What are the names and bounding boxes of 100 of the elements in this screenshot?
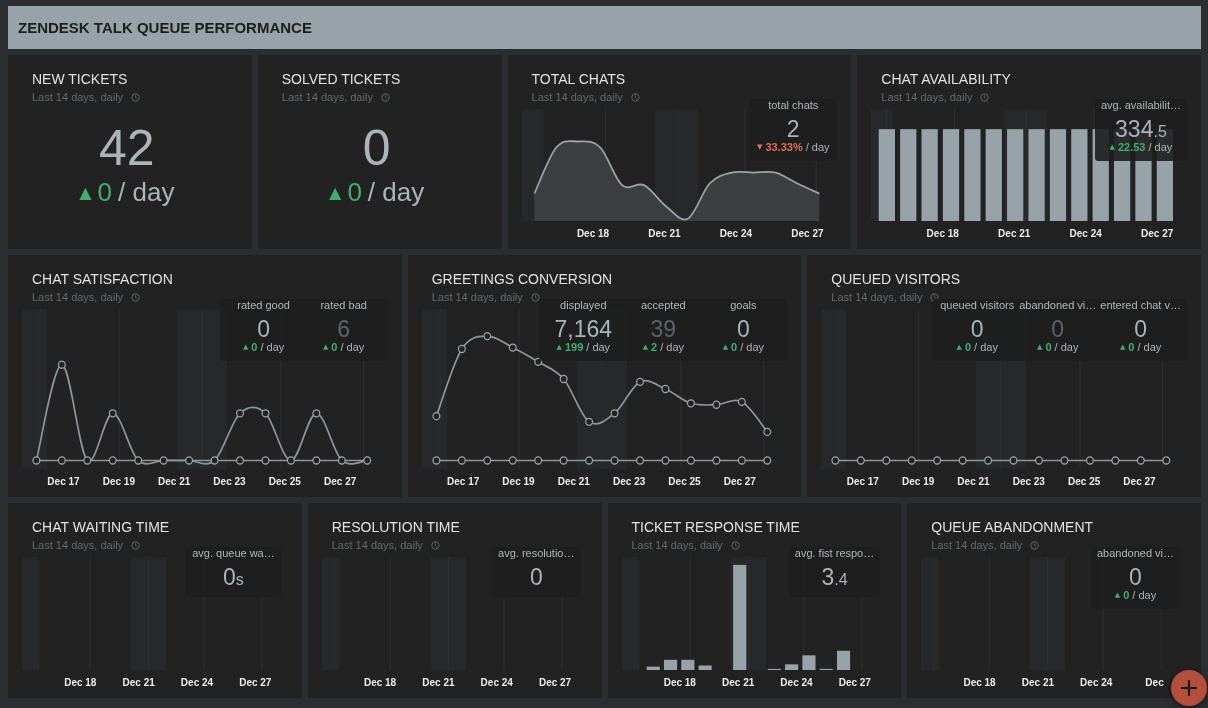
per-day-label: / day <box>974 341 998 354</box>
data-point <box>712 456 721 465</box>
data-point <box>661 384 670 394</box>
per-day-label: / day <box>260 341 285 354</box>
data-point <box>32 456 41 465</box>
axis-label: Dec 27 <box>838 677 871 688</box>
clock-icon <box>131 92 141 102</box>
stat-label: avg. fist respo… <box>794 547 875 559</box>
per-day-label: / day <box>740 341 764 354</box>
widget-title: GREETINGS CONVERSION <box>431 271 614 287</box>
per-day-label: / day <box>1137 341 1162 354</box>
big-number: 0 <box>362 122 391 173</box>
widget-subtitle: Last 14 days, daily <box>32 91 124 103</box>
widget-title: QUEUED VISITORS <box>831 271 962 287</box>
data-point <box>432 456 441 465</box>
data-point <box>1137 456 1146 465</box>
data-point <box>134 456 143 465</box>
data-point <box>312 456 321 465</box>
widget-title: NEW TICKETS <box>32 71 129 87</box>
change-value: 0 <box>251 341 258 354</box>
axis-label: Dec 17 <box>846 476 879 487</box>
data-point <box>559 374 568 384</box>
axis-label: Dec 21 <box>557 476 590 487</box>
data-point <box>857 456 866 465</box>
data-point <box>712 400 721 409</box>
clock-icon <box>930 292 940 302</box>
data-point <box>108 456 117 465</box>
change-value: 0 <box>331 341 338 354</box>
stat-label: goals <box>730 299 757 311</box>
stat-value: 334.5 <box>1115 117 1167 142</box>
widget-subtitle: Last 14 days, daily <box>831 291 923 303</box>
clock-icon <box>380 92 390 102</box>
data-point <box>57 360 66 369</box>
change-value: 33.33% <box>765 141 803 154</box>
axis-label: Dec 21 <box>957 476 990 487</box>
clock-icon <box>630 92 640 102</box>
data-point <box>533 456 542 465</box>
widget-title: RESOLUTION TIME <box>331 519 461 535</box>
per-day-label: / day <box>1132 589 1157 602</box>
axis-label: Dec 27 <box>239 677 272 688</box>
axis-label: Dec 25 <box>1068 476 1101 487</box>
clock-icon <box>530 292 540 302</box>
big-number: 42 <box>99 122 155 173</box>
data-point <box>1035 456 1044 465</box>
data-point <box>762 456 771 465</box>
data-point <box>337 456 346 465</box>
clock-icon <box>131 292 141 302</box>
data-point <box>312 409 321 418</box>
data-point <box>482 331 491 341</box>
widget-subtitle: Last 14 days, daily <box>32 291 124 303</box>
stat-label: avg. availabilit… <box>1100 99 1181 111</box>
data-point <box>882 456 891 465</box>
per-day-label: / day <box>586 341 611 354</box>
data-point <box>236 409 245 418</box>
stat-label: avg. queue wa… <box>192 547 275 559</box>
axis-label: Dec 24 <box>780 677 813 688</box>
data-point <box>1086 456 1095 465</box>
axis-label: Dec 19 <box>102 476 135 487</box>
axis-label: Dec 21 <box>722 677 755 688</box>
data-point <box>363 456 372 465</box>
per-day-label: / day <box>367 176 425 208</box>
stat-value: 2 <box>786 117 800 142</box>
stat-value: 0s <box>223 565 244 590</box>
axis-label: Dec 27 <box>723 476 756 487</box>
bar <box>801 655 815 670</box>
axis-label: Dec 27 <box>791 228 824 239</box>
trend-arrow: ▲ <box>79 182 92 202</box>
data-point <box>737 397 746 406</box>
stat-label: abandoned vi… <box>1019 299 1097 311</box>
bar <box>663 659 677 670</box>
axis-label: Dec 21 <box>648 228 681 239</box>
stat-value: 6 <box>337 317 351 342</box>
axis-label: Dec 21 <box>998 228 1031 239</box>
widget-subtitle: Last 14 days, daily <box>431 291 523 303</box>
data-point <box>432 412 441 421</box>
axis-label: Dec 27 <box>324 476 357 487</box>
change-value: 0 <box>1128 341 1135 354</box>
axis-label: Dec 23 <box>613 476 646 487</box>
data-point <box>610 409 619 418</box>
change-value: 0 <box>97 176 113 208</box>
data-point <box>57 456 66 465</box>
data-point <box>185 456 194 465</box>
clock-icon <box>980 92 990 102</box>
data-point <box>482 456 491 465</box>
widget-title: CHAT AVAILABILITY <box>881 71 1012 87</box>
bar <box>784 664 798 670</box>
bar <box>680 659 694 670</box>
per-day-label: / day <box>1054 341 1079 354</box>
stat-value: 0 <box>736 317 750 342</box>
axis-label: Dec 18 <box>576 228 610 239</box>
widget-title: CHAT SATISFACTION <box>32 271 174 287</box>
axis-label: Dec 17 <box>47 476 80 487</box>
axis-label: Dec 18 <box>963 677 996 688</box>
add-button[interactable] <box>1171 670 1207 706</box>
widget-subtitle: Last 14 days, daily <box>631 539 723 551</box>
axis-label: Dec 19 <box>502 476 535 487</box>
data-point <box>159 456 168 465</box>
bar <box>646 666 660 670</box>
trend-arrow: ▲ <box>329 182 342 202</box>
widget-title: TICKET RESPONSE TIME <box>631 519 801 535</box>
